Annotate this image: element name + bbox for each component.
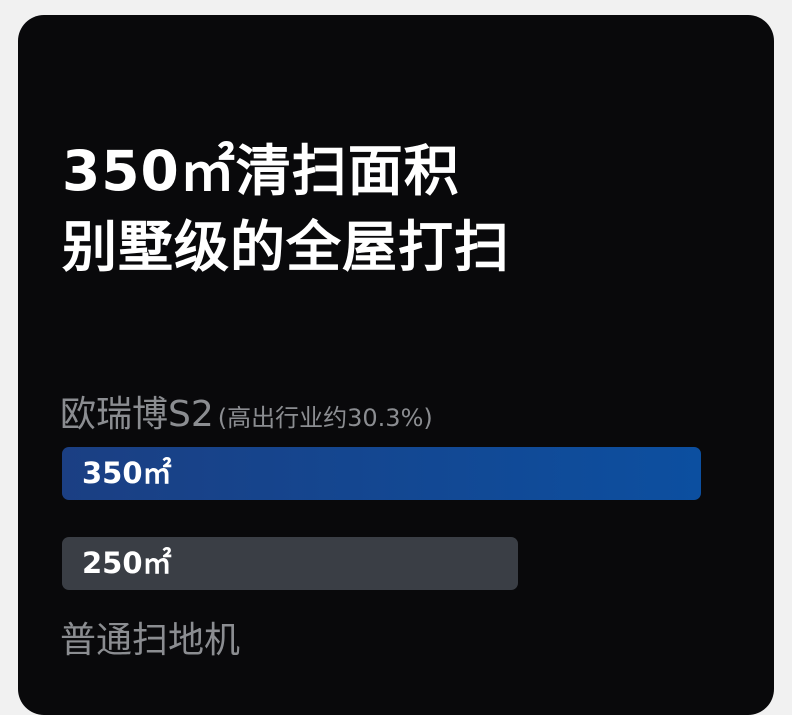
cleaning-area-chart: 欧瑞博S2 (高出行业约30.3%) 350㎡ 250㎡ 普通扫地机 — [18, 15, 774, 715]
series-label-ordinary-name: 普通扫地机 — [60, 620, 241, 661]
series-label-product-name: 欧瑞博S2 — [60, 394, 214, 435]
product-card: 350㎡清扫面积 别墅级的全屋打扫 欧瑞博S2 (高出行业约30.3%) 350㎡… — [18, 15, 774, 715]
bar-product-value: 350㎡ — [82, 456, 172, 490]
series-label-product-note: (高出行业约30.3%) — [217, 404, 433, 432]
bar-ordinary-value: 250㎡ — [82, 546, 172, 580]
series-label-product: 欧瑞博S2 (高出行业约30.3%) — [60, 385, 433, 437]
series-label-ordinary: 普通扫地机 — [60, 611, 240, 663]
